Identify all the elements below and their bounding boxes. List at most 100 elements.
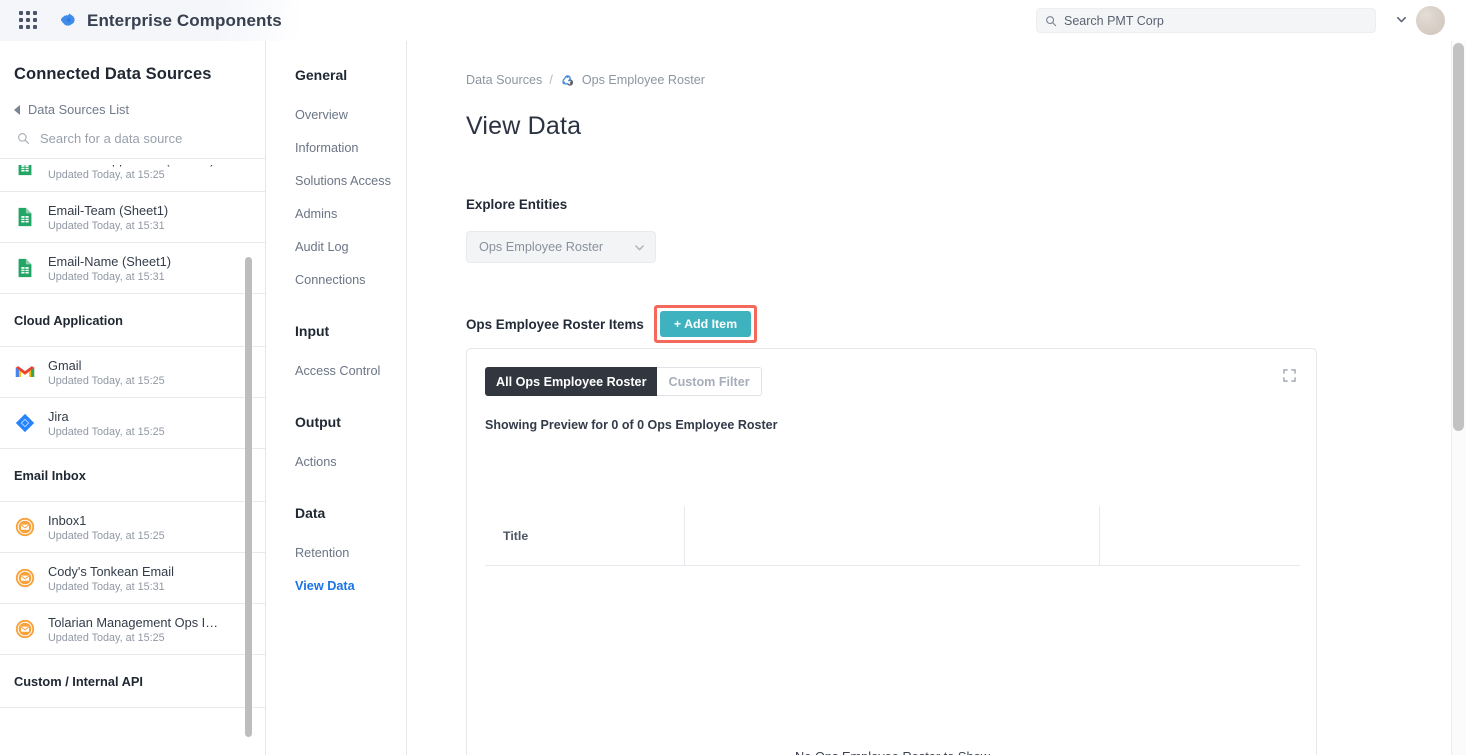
data-source-search-input[interactable] [40, 131, 216, 146]
data-source-name: New Hire Approvers (Sheet1) [48, 165, 214, 167]
data-source-name: Jira [48, 409, 165, 424]
data-source-updated: Updated Today, at 15:31 [48, 220, 168, 232]
preview-count-text: Showing Preview for 0 of 0 Ops Employee … [467, 396, 1316, 432]
nav-item-retention[interactable]: Retention [266, 537, 406, 570]
top-bar: Enterprise Components [0, 0, 1466, 41]
chevron-down-icon [634, 242, 645, 253]
nav-item-actions[interactable]: Actions [266, 446, 406, 479]
add-item-highlight: + Add Item [654, 305, 757, 343]
data-source-group-header: Cloud Application [0, 294, 265, 347]
preview-table: Title [485, 506, 1300, 566]
breadcrumb-data-sources[interactable]: Data Sources [466, 73, 542, 87]
data-source-updated: Updated Today, at 15:25 [48, 169, 214, 181]
search-input[interactable] [1064, 14, 1367, 28]
breadcrumb-separator: / [549, 73, 553, 87]
data-source-group-header: Custom / Internal API [0, 655, 265, 708]
global-search[interactable] [1036, 8, 1376, 33]
sidebar-scrollbar[interactable] [245, 257, 252, 737]
tab-custom-filter[interactable]: Custom Filter [657, 367, 761, 396]
data-source-list[interactable]: New Hire Approvers (Sheet1) Updated Today… [0, 165, 265, 755]
data-source-name: Email-Team (Sheet1) [48, 203, 168, 218]
data-source-item[interactable]: Jira Updated Today, at 15:25 [0, 398, 265, 449]
table-header-row: Title [485, 506, 1300, 566]
nav-section-heading: Data [266, 505, 406, 521]
nav-item-information[interactable]: Information [266, 132, 406, 165]
main-content: Data Sources / Ops Employee Roster View … [407, 41, 1466, 755]
filter-tabs: All Ops Employee Roster Custom Filter [485, 367, 762, 396]
items-row: Ops Employee Roster Items + Add Item [407, 263, 1466, 343]
data-source-search[interactable] [0, 117, 265, 159]
data-source-name: Inbox1 [48, 513, 165, 528]
data-source-item[interactable]: Inbox1 Updated Today, at 15:25 [0, 502, 265, 553]
nav-item-access-control[interactable]: Access Control [266, 355, 406, 388]
page-title: View Data [407, 87, 1466, 141]
data-source-item[interactable]: Gmail Updated Today, at 15:25 [0, 347, 265, 398]
nav-item-audit-log[interactable]: Audit Log [266, 231, 406, 264]
data-source-item[interactable]: New Hire Approvers (Sheet1) Updated Today… [0, 165, 265, 192]
data-source-updated: Updated Today, at 15:25 [48, 375, 165, 387]
brand[interactable]: Enterprise Components [60, 0, 282, 41]
breadcrumb: Data Sources / Ops Employee Roster [407, 41, 1466, 87]
entity-select-value: Ops Employee Roster [479, 240, 603, 254]
data-source-name: Email-Name (Sheet1) [48, 254, 171, 269]
column-header-2[interactable] [685, 506, 1100, 565]
data-source-item[interactable]: Email-Name (Sheet1) Updated Today, at 15:… [0, 243, 265, 294]
data-source-updated: Updated Today, at 15:25 [48, 426, 165, 438]
breadcrumb-current[interactable]: Ops Employee Roster [582, 73, 705, 87]
search-icon [1045, 15, 1057, 27]
nav-section-heading: Input [266, 323, 406, 339]
jira-icon [14, 412, 36, 434]
google-sheets-icon [14, 165, 36, 177]
data-source-updated: Updated Today, at 15:25 [48, 530, 165, 542]
back-link-label: Data Sources List [28, 102, 129, 117]
column-header-title[interactable]: Title [485, 506, 685, 565]
email-inbox-icon [14, 567, 36, 589]
data-source-updated: Updated Today, at 15:31 [48, 581, 174, 593]
email-inbox-icon [14, 618, 36, 640]
tab-all-records[interactable]: All Ops Employee Roster [485, 367, 657, 396]
nav-section-heading: Output [266, 414, 406, 430]
nav-item-admins[interactable]: Admins [266, 198, 406, 231]
apps-grid-icon[interactable] [19, 11, 41, 31]
data-source-updated: Updated Today, at 15:25 [48, 632, 218, 644]
nav-item-solutions-access[interactable]: Solutions Access [266, 165, 406, 198]
nav-item-view-data[interactable]: View Data [266, 570, 406, 603]
expand-icon[interactable] [1283, 369, 1296, 382]
panel-toolbar: All Ops Employee Roster Custom Filter [467, 349, 1316, 396]
tonkean-logo-icon [60, 12, 78, 30]
data-preview-panel: All Ops Employee Roster Custom Filter Sh… [466, 348, 1317, 755]
nav-item-connections[interactable]: Connections [266, 264, 406, 297]
avatar[interactable] [1416, 6, 1445, 35]
search-icon [17, 132, 30, 145]
sidebar-header: Connected Data Sources [0, 41, 265, 84]
nav-item-overview[interactable]: Overview [266, 99, 406, 132]
connected-data-sources-sidebar: Connected Data Sources Data Sources List… [0, 41, 266, 755]
empty-state-message: No Ops Employee Roster to Show [467, 749, 1317, 755]
webhook-icon [560, 72, 575, 87]
back-to-data-sources-list[interactable]: Data Sources List [0, 84, 265, 117]
settings-nav: General OverviewInformationSolutions Acce… [266, 41, 407, 755]
entity-select[interactable]: Ops Employee Roster [466, 231, 656, 263]
chevron-down-icon[interactable] [1396, 14, 1407, 25]
add-item-button[interactable]: + Add Item [660, 311, 751, 337]
email-inbox-icon [14, 516, 36, 538]
google-sheets-icon [14, 206, 36, 228]
data-source-name: Cody's Tonkean Email [48, 564, 174, 579]
nav-section-heading: General [266, 67, 406, 83]
data-source-item[interactable]: Tolarian Management Ops I… Updated Today,… [0, 604, 265, 655]
data-source-name: Tolarian Management Ops I… [48, 615, 218, 630]
sidebar-title: Connected Data Sources [14, 65, 265, 84]
data-source-name: Gmail [48, 358, 165, 373]
page-scrollbar-thumb[interactable] [1453, 43, 1464, 431]
gmail-icon [14, 361, 36, 383]
data-source-group-header: Email Inbox [0, 449, 265, 502]
data-source-item[interactable]: Email-Team (Sheet1) Updated Today, at 15:… [0, 192, 265, 243]
column-header-3[interactable] [1100, 506, 1300, 565]
data-source-item[interactable]: Cody's Tonkean Email Updated Today, at 15… [0, 553, 265, 604]
items-label: Ops Employee Roster Items [466, 317, 644, 332]
data-source-updated: Updated Today, at 15:31 [48, 271, 171, 283]
google-sheets-icon [14, 257, 36, 279]
brand-title: Enterprise Components [87, 11, 282, 31]
explore-entities-label: Explore Entities [407, 141, 1466, 212]
caret-left-icon [14, 105, 20, 115]
